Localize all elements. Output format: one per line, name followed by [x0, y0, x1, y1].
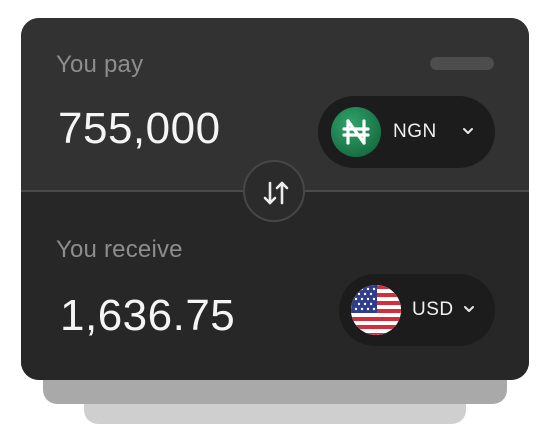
converter-card: You pay 755,000 NGN You receive 1,636.75…	[21, 18, 529, 380]
receive-currency-selector[interactable]: USD	[339, 274, 495, 346]
chevron-down-icon	[463, 128, 473, 134]
drag-handle[interactable]	[430, 57, 494, 70]
pay-amount-input[interactable]: 755,000	[58, 104, 221, 154]
converter-widget: You pay 755,000 NGN You receive 1,636.75…	[0, 0, 550, 426]
swap-button[interactable]	[243, 160, 305, 222]
pay-currency-code: NGN	[393, 121, 437, 142]
receive-currency-code: USD	[412, 299, 454, 320]
us-flag-icon	[351, 285, 401, 335]
receive-label: You receive	[56, 236, 183, 263]
swap-vertical-icon	[263, 181, 289, 205]
pay-currency-selector[interactable]: NGN	[318, 96, 495, 168]
naira-icon	[331, 107, 381, 157]
receive-amount: 1,636.75	[60, 291, 236, 340]
chevron-down-icon	[464, 306, 474, 312]
pay-label: You pay	[56, 51, 144, 78]
